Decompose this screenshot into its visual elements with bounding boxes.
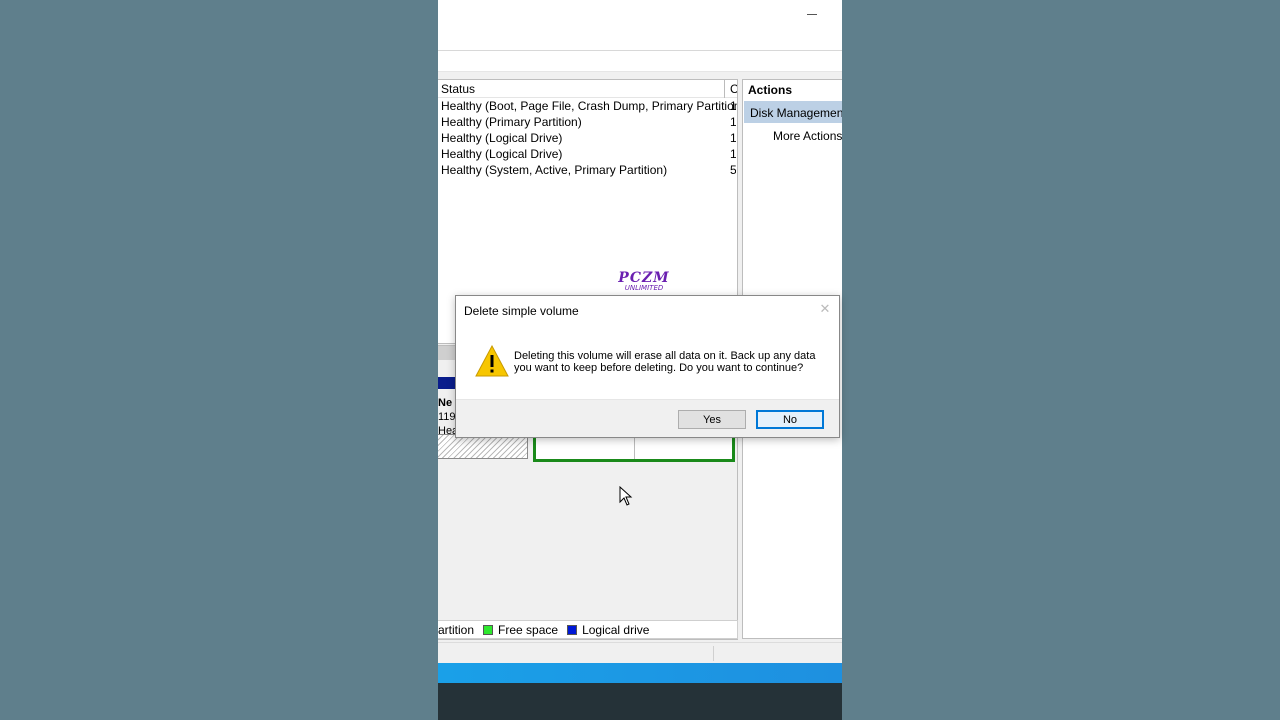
disk-header-bar <box>438 377 456 389</box>
legend-item-free-space: Free space <box>483 623 558 637</box>
legend-item-partition: artition <box>438 623 474 637</box>
volume-capacity: 1. <box>730 147 736 161</box>
horizontal-scrollbar[interactable] <box>438 346 456 360</box>
column-header-capacity[interactable]: C <box>730 82 737 96</box>
delete-volume-dialog: Delete simple volume ✕ Deleting this vol… <box>455 295 840 438</box>
volume-row[interactable]: Healthy (Logical Drive) 1. <box>441 131 737 147</box>
actions-title: Actions <box>748 83 793 97</box>
partition-cell[interactable] <box>536 437 635 459</box>
watermark-main-text: PCZM <box>618 270 670 286</box>
yes-button[interactable]: Yes <box>678 410 746 429</box>
status-bar-separator <box>713 646 714 661</box>
volume-row[interactable]: Healthy (Primary Partition) 1 <box>441 115 737 131</box>
title-bar <box>438 0 842 50</box>
legend-item-logical-drive: Logical drive <box>567 623 649 637</box>
taskbar <box>438 683 842 720</box>
minimize-icon <box>807 13 817 15</box>
volume-row[interactable]: Healthy (Boot, Page File, Crash Dump, Pr… <box>441 99 737 115</box>
volume-row[interactable]: Healthy (System, Active, Primary Partiti… <box>441 163 737 179</box>
dialog-footer: Yes No <box>456 399 839 437</box>
more-actions-link[interactable]: More Actions <box>773 129 842 143</box>
volume-status: Healthy (Boot, Page File, Crash Dump, Pr… <box>441 99 738 113</box>
dialog-message: Deleting this volume will erase all data… <box>514 350 816 374</box>
minimize-button[interactable] <box>804 6 820 22</box>
volume-row[interactable]: Healthy (Logical Drive) 1. <box>441 147 737 163</box>
legend-label: artition <box>438 622 475 637</box>
legend-bar: artition Free space Logical drive <box>438 620 738 639</box>
volume-status: Healthy (System, Active, Primary Partiti… <box>441 163 668 177</box>
legend-label: Free space <box>498 622 559 637</box>
volume-capacity: 1 <box>730 115 736 129</box>
warning-icon <box>475 345 509 377</box>
volume-capacity: 5( <box>730 163 736 177</box>
legend-label: Logical drive <box>582 622 650 637</box>
column-header-status[interactable]: Status <box>441 82 475 96</box>
volume-status: Healthy (Primary Partition) <box>441 115 582 129</box>
taskbar-accent-strip <box>438 663 842 683</box>
column-header-row: Status C <box>438 80 737 98</box>
volume-capacity: 1. <box>730 131 736 145</box>
volume-capacity: 1( <box>730 99 736 113</box>
logical-drive-swatch-icon <box>567 624 578 635</box>
column-divider[interactable] <box>724 80 725 98</box>
close-icon[interactable]: ✕ <box>818 302 832 316</box>
watermark-sub-text: UNLIMITED <box>624 284 664 292</box>
selected-partition-block[interactable] <box>533 434 735 462</box>
actions-section-disk-management[interactable]: Disk Management <box>744 101 842 123</box>
volume-status: Healthy (Logical Drive) <box>441 147 563 161</box>
dialog-title: Delete simple volume <box>464 304 579 318</box>
no-button[interactable]: No <box>756 410 824 429</box>
mouse-cursor-icon <box>619 486 633 506</box>
volume-status: Healthy (Logical Drive) <box>441 131 563 145</box>
free-space-swatch-icon <box>483 624 494 635</box>
partition-cell[interactable] <box>635 437 733 459</box>
menu-bar <box>438 50 842 72</box>
channel-watermark-logo: PCZM UNLIMITED <box>616 271 672 293</box>
status-bar <box>438 642 842 663</box>
